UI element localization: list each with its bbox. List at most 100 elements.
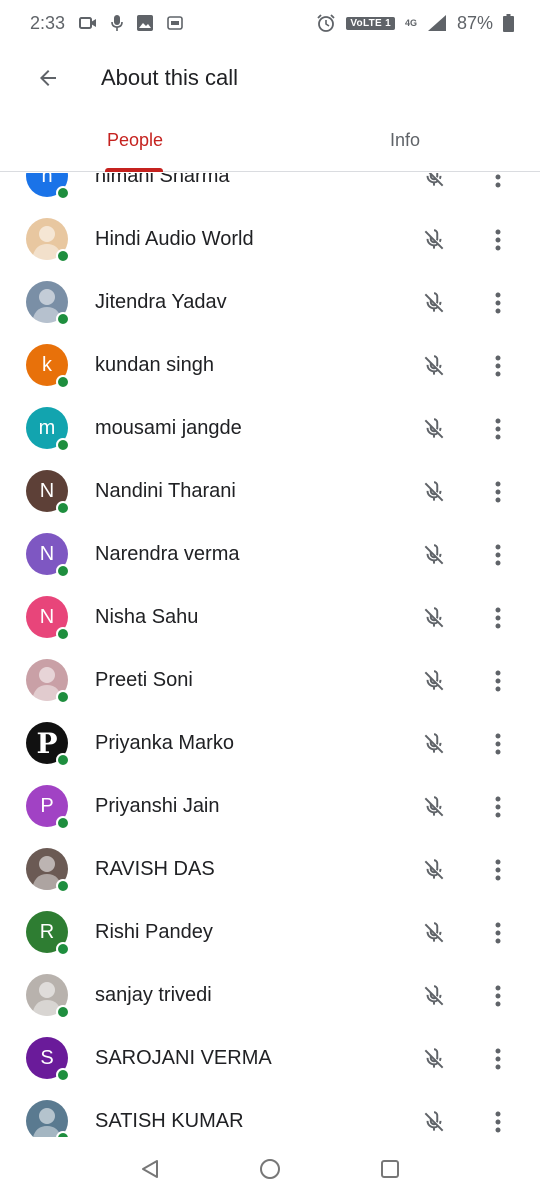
tab-people-label: People — [106, 130, 164, 150]
avatar-initial: N — [39, 542, 55, 565]
avatar-initial: P — [40, 794, 54, 817]
participant-row[interactable]: N Nandini Tharani — [0, 460, 540, 523]
avatar-initial: N — [39, 605, 55, 628]
mic-off-icon — [418, 917, 450, 949]
signal-icon — [427, 14, 447, 32]
avatar-initial: S — [40, 1046, 54, 1069]
participant-name: Priyanka Marko — [95, 732, 234, 754]
more-options-button[interactable] — [484, 663, 512, 699]
nav-back-button[interactable] — [130, 1149, 170, 1189]
image-icon — [137, 15, 154, 31]
more-options-button[interactable] — [484, 726, 512, 762]
tab-info[interactable]: Info — [270, 110, 540, 171]
participant-row[interactable]: RAVISH DAS — [0, 838, 540, 901]
participant-name: mousami jangde — [95, 417, 242, 439]
circle-home-icon — [260, 1159, 280, 1179]
participant-list[interactable]: h himani Sharma Hindi Audio World Jitendra … — [0, 173, 540, 1137]
avatar-container: S — [26, 1037, 70, 1082]
more-options-button[interactable] — [484, 789, 512, 825]
more-options-button[interactable] — [484, 222, 512, 258]
square-recents-icon — [381, 1160, 399, 1178]
mic-status-icon — [111, 14, 123, 32]
online-status-dot — [56, 1068, 70, 1082]
participant-name: Rishi Pandey — [95, 921, 213, 943]
online-status-dot — [56, 753, 70, 767]
participant-row[interactable]: S SAROJANI VERMA — [0, 1027, 540, 1090]
avatar-container: m — [26, 407, 70, 452]
triangle-back-icon — [142, 1160, 158, 1178]
avatar-initial: R — [39, 920, 55, 943]
avatar-container: N — [26, 596, 70, 641]
more-vert-icon — [495, 670, 501, 691]
more-options-button[interactable] — [484, 173, 512, 195]
participant-row[interactable]: SATISH KUMAR — [0, 1090, 540, 1137]
participant-row[interactable]: N Narendra verma — [0, 523, 540, 586]
participant-name: Preeti Soni — [95, 669, 193, 691]
mic-off-icon — [418, 1106, 450, 1138]
more-options-button[interactable] — [484, 852, 512, 888]
nav-home-button[interactable] — [250, 1149, 290, 1189]
mic-off-icon — [418, 602, 450, 634]
online-status-dot — [56, 312, 70, 326]
mic-off-icon — [418, 224, 450, 256]
participant-row[interactable]: sanjay trivedi — [0, 964, 540, 1027]
participant-row[interactable]: R Rishi Pandey — [0, 901, 540, 964]
avatar-container: k — [26, 344, 70, 389]
battery-icon — [503, 14, 514, 32]
participant-row[interactable]: Preeti Soni — [0, 649, 540, 712]
avatar-container — [26, 974, 70, 1019]
back-button[interactable] — [24, 54, 72, 102]
mic-off-icon — [418, 287, 450, 319]
tab-people[interactable]: People — [0, 110, 270, 172]
volte-badge: VoLTE 1 — [346, 16, 395, 30]
avatar-container: N — [26, 533, 70, 578]
nav-recents-button[interactable] — [370, 1149, 410, 1189]
status-time: 2:33 — [30, 12, 66, 33]
online-status-dot — [56, 1131, 70, 1137]
participant-name: Jitendra Yadav — [95, 291, 227, 313]
more-vert-icon — [495, 985, 501, 1006]
app-bar: About this call — [0, 46, 540, 110]
avatar-container: P — [26, 785, 70, 830]
participant-row[interactable]: P Priyanka Marko — [0, 712, 540, 775]
video-call-icon — [79, 16, 97, 30]
more-options-button[interactable] — [484, 474, 512, 510]
online-status-dot — [56, 501, 70, 515]
participant-row[interactable]: h himani Sharma — [0, 173, 540, 208]
online-status-dot — [56, 879, 70, 893]
more-vert-icon — [495, 1111, 501, 1132]
alarm-icon — [316, 13, 336, 33]
participant-row[interactable]: N Nisha Sahu — [0, 586, 540, 649]
participant-row[interactable]: m mousami jangde — [0, 397, 540, 460]
more-options-button[interactable] — [484, 1104, 512, 1138]
participant-row[interactable]: Jitendra Yadav — [0, 271, 540, 334]
avatar-container — [26, 281, 70, 326]
participant-row[interactable]: P Priyanshi Jain — [0, 775, 540, 838]
mic-off-icon — [418, 728, 450, 760]
more-options-button[interactable] — [484, 978, 512, 1014]
more-vert-icon — [495, 481, 501, 502]
more-options-button[interactable] — [484, 411, 512, 447]
participant-row[interactable]: Hindi Audio World — [0, 208, 540, 271]
navigation-bar — [0, 1138, 540, 1200]
participant-name: Nandini Tharani — [95, 480, 236, 502]
avatar-container: R — [26, 911, 70, 956]
mic-off-icon — [418, 665, 450, 697]
more-options-button[interactable] — [484, 915, 512, 951]
avatar-container — [26, 1100, 70, 1137]
online-status-dot — [56, 186, 70, 200]
more-options-button[interactable] — [484, 1041, 512, 1077]
sd-card-icon — [167, 16, 183, 30]
avatar-initial: k — [42, 353, 52, 376]
more-options-button[interactable] — [484, 285, 512, 321]
more-options-button[interactable] — [484, 348, 512, 384]
more-options-button[interactable] — [484, 537, 512, 573]
participant-row[interactable]: k kundan singh — [0, 334, 540, 397]
mic-off-icon — [418, 854, 450, 886]
online-status-dot — [56, 690, 70, 704]
more-vert-icon — [495, 174, 501, 187]
more-vert-icon — [495, 607, 501, 628]
more-vert-icon — [495, 796, 501, 817]
more-options-button[interactable] — [484, 600, 512, 636]
participant-name: Priyanshi Jain — [95, 795, 220, 817]
